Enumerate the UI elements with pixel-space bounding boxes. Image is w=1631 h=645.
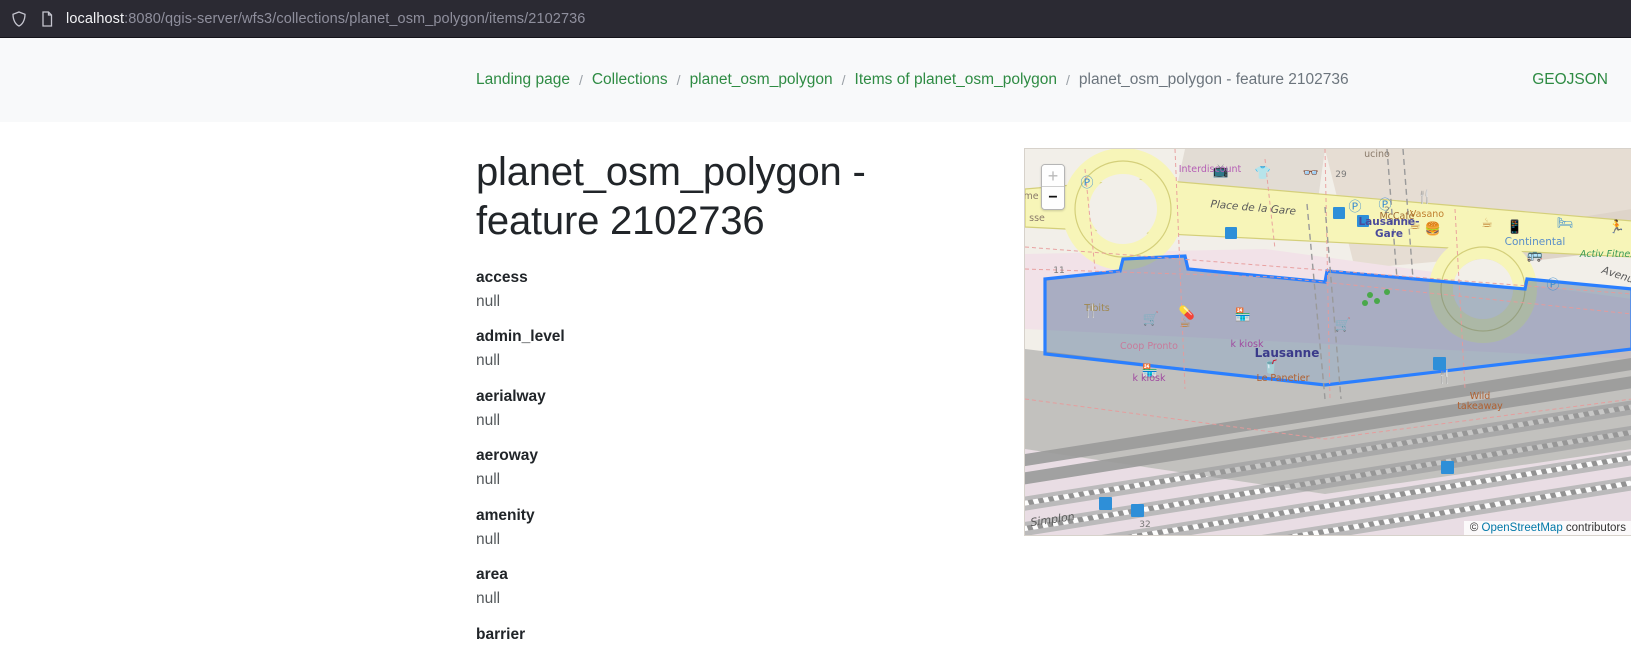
zoom-out-button[interactable]: − bbox=[1042, 187, 1064, 209]
openstreetmap-link[interactable]: OpenStreetMap bbox=[1482, 522, 1563, 534]
map-house-number-32: 32 bbox=[1139, 520, 1150, 530]
map-label-ucino: ucino bbox=[1364, 149, 1390, 160]
map-label-continental: Continental bbox=[1505, 236, 1566, 248]
attribute-label: amenity bbox=[476, 506, 535, 524]
svg-text:🏪: 🏪 bbox=[1235, 307, 1251, 323]
shield-icon[interactable] bbox=[10, 10, 28, 28]
map-label-le-panetier: Le Panetier bbox=[1256, 373, 1309, 384]
map-zoom-controls[interactable]: + − bbox=[1041, 164, 1065, 210]
attribute-area: area null bbox=[476, 563, 1024, 611]
map-tiles[interactable]: 📺 👕 👓 Ⓟ 🍴 🛒 ☕ 🏪 💊 🏪 🛒 🥤 🍴 Ⓟ Ⓟ 🍴 ☕ 🍔 ☕ 📱 … bbox=[1025, 149, 1631, 535]
map-house-number-29: 29 bbox=[1335, 170, 1347, 180]
svg-text:👕: 👕 bbox=[1255, 166, 1271, 181]
attribute-label: access bbox=[476, 268, 528, 286]
map-attribution: © OpenStreetMap contributors bbox=[1463, 521, 1631, 535]
attribute-value: null bbox=[476, 590, 501, 608]
breadcrumb-separator: / bbox=[676, 72, 681, 88]
map-label-sse: sse bbox=[1029, 213, 1045, 224]
page-icon[interactable] bbox=[38, 10, 56, 28]
breadcrumb-item-planet-osm-polygon[interactable]: planet_osm_polygon bbox=[690, 71, 833, 89]
browser-toolbar: localhost:8080/qgis-server/wfs3/collecti… bbox=[0, 0, 1631, 38]
map-label-me: me bbox=[1025, 191, 1039, 202]
attribute-value: null bbox=[476, 411, 501, 429]
attribute-amenity: amenity null bbox=[476, 504, 1024, 552]
attribute-label: admin_level bbox=[476, 328, 565, 346]
svg-text:Ⓟ: Ⓟ bbox=[1080, 176, 1093, 191]
breadcrumb-item-landing-page[interactable]: Landing page bbox=[476, 71, 570, 89]
attribute-value: null bbox=[476, 352, 501, 370]
url-host: localhost bbox=[66, 10, 125, 27]
svg-text:📱: 📱 bbox=[1507, 219, 1523, 235]
attribute-label: aerialway bbox=[476, 387, 546, 405]
attribute-access: access null bbox=[476, 266, 1024, 314]
map-house-number-2: 2 bbox=[1384, 206, 1390, 216]
map-house-number-11: 11 bbox=[1053, 266, 1064, 276]
map-label-coop-pronto: Coop Pronto bbox=[1120, 341, 1178, 352]
breadcrumb-bar: Landing page / Collections / planet_osm_… bbox=[0, 38, 1631, 122]
breadcrumb-item-items-of-planet-osm-polygon[interactable]: Items of planet_osm_polygon bbox=[855, 71, 1057, 89]
address-bar[interactable]: localhost:8080/qgis-server/wfs3/collecti… bbox=[66, 11, 585, 27]
svg-text:🍴: 🍴 bbox=[1437, 369, 1453, 385]
feature-map[interactable]: 📺 👕 👓 Ⓟ 🍴 🛒 ☕ 🏪 💊 🏪 🛒 🥤 🍴 Ⓟ Ⓟ 🍴 ☕ 🍔 ☕ 📱 … bbox=[1024, 148, 1631, 536]
attribute-aeroway: aeroway null bbox=[476, 444, 1024, 492]
svg-text:🛒: 🛒 bbox=[1143, 311, 1159, 327]
attribute-value: null bbox=[476, 530, 501, 548]
svg-text:🍔: 🍔 bbox=[1425, 221, 1441, 237]
zoom-in-button[interactable]: + bbox=[1042, 165, 1064, 187]
attribute-admin-level: admin_level null bbox=[476, 325, 1024, 373]
breadcrumb-item-current: planet_osm_polygon - feature 2102736 bbox=[1078, 71, 1349, 88]
url-path: :8080/qgis-server/wfs3/collections/plane… bbox=[124, 10, 586, 27]
map-label-tibits: Tibits bbox=[1083, 303, 1110, 314]
map-label-wild-2: takeaway bbox=[1457, 401, 1503, 412]
breadcrumb-separator: / bbox=[578, 72, 583, 88]
breadcrumb: Landing page / Collections / planet_osm_… bbox=[476, 71, 1349, 89]
attribution-prefix: © bbox=[1469, 522, 1482, 534]
map-label-lausanne-gare-1: Lausanne- bbox=[1358, 216, 1419, 228]
attribute-label: area bbox=[476, 566, 508, 584]
attribute-label: aeroway bbox=[476, 447, 539, 465]
map-label-lausanne-gare-2: Gare bbox=[1375, 228, 1403, 240]
feature-attributes-panel: planet_osm_polygon - feature 2102736 acc… bbox=[0, 148, 1024, 645]
svg-text:☕: ☕ bbox=[1481, 216, 1493, 231]
map-label-activ-fitness: Activ Fitness bbox=[1579, 249, 1631, 260]
svg-text:🍴: 🍴 bbox=[1417, 189, 1433, 205]
attribute-value: null bbox=[476, 471, 501, 489]
map-label-interdiscount: Interdiscount bbox=[1179, 164, 1242, 175]
svg-text:🛒: 🛒 bbox=[1335, 317, 1351, 333]
svg-text:👓: 👓 bbox=[1303, 166, 1319, 181]
attribute-label: barrier bbox=[476, 625, 526, 643]
page-title: planet_osm_polygon - feature 2102736 bbox=[476, 150, 866, 243]
breadcrumb-separator: / bbox=[1066, 72, 1070, 88]
svg-text:💊: 💊 bbox=[1179, 304, 1195, 321]
attribute-value: null bbox=[476, 292, 501, 310]
map-label-k-kiosk-2: k kiosk bbox=[1133, 373, 1166, 384]
svg-text:🚌: 🚌 bbox=[1527, 248, 1543, 263]
svg-text:Ⓟ: Ⓟ bbox=[1546, 278, 1559, 293]
map-label-lausanne: Lausanne bbox=[1255, 346, 1320, 360]
geojson-format-link[interactable]: GEOJSON bbox=[1532, 71, 1608, 89]
svg-text:🏃: 🏃 bbox=[1609, 219, 1625, 235]
svg-text:Ⓟ: Ⓟ bbox=[1348, 200, 1361, 215]
attribution-suffix: contributors bbox=[1562, 522, 1626, 534]
breadcrumb-separator: / bbox=[841, 72, 846, 88]
attribute-aerialway: aerialway null bbox=[476, 385, 1024, 433]
attribute-barrier: barrier null bbox=[476, 623, 1024, 645]
breadcrumb-item-collections[interactable]: Collections bbox=[592, 71, 668, 89]
svg-text:🛏: 🛏 bbox=[1557, 216, 1574, 231]
